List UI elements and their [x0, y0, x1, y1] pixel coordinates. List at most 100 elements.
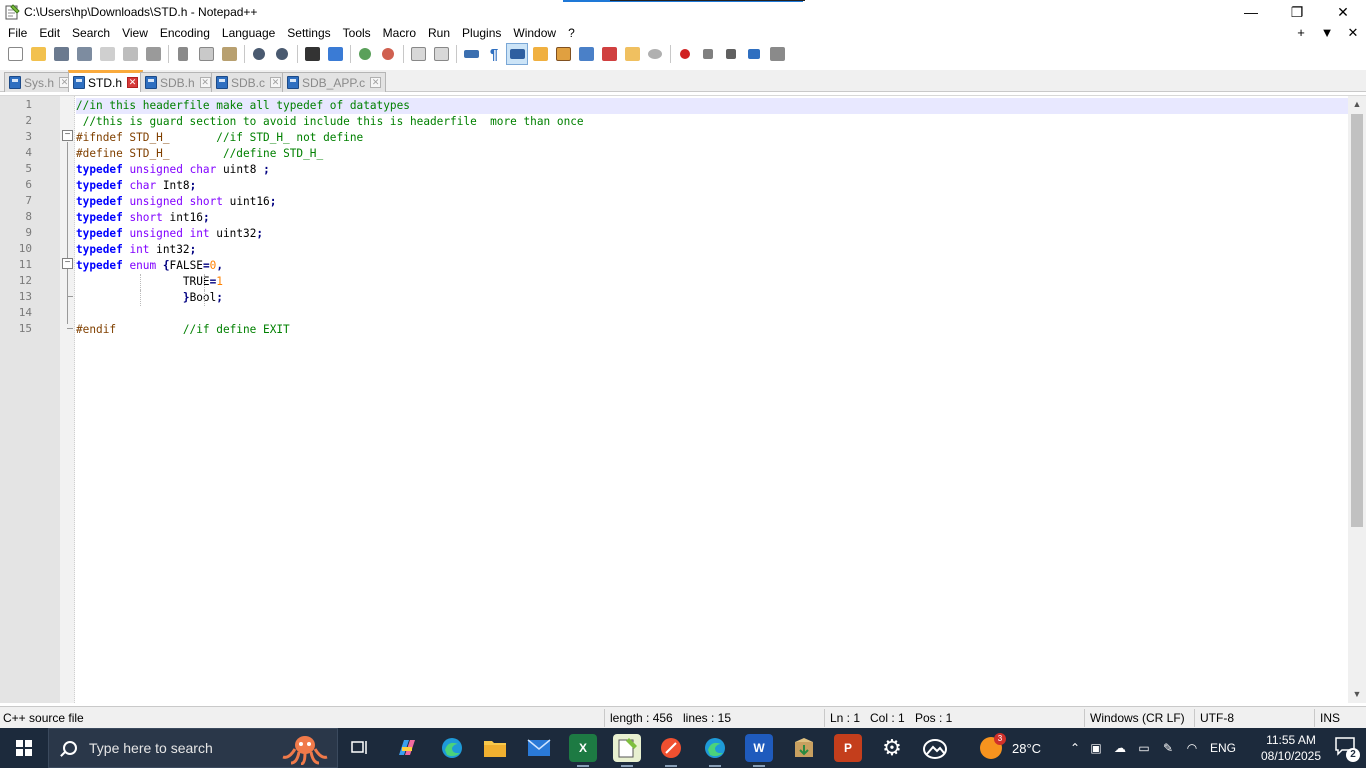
close-all-button[interactable]: [119, 43, 141, 65]
notification-center-button[interactable]: 2: [1334, 736, 1360, 762]
tab-sys-h[interactable]: Sys.h ✕: [4, 72, 76, 92]
tab-close-button[interactable]: ✕: [199, 77, 211, 88]
paste-button[interactable]: [218, 43, 240, 65]
save-all-button[interactable]: [73, 43, 95, 65]
code-line[interactable]: typedef enum {FALSE=0,: [76, 258, 1348, 274]
menu-edit[interactable]: Edit: [33, 24, 66, 42]
find-button[interactable]: [301, 43, 323, 65]
menu-view[interactable]: View: [116, 24, 154, 42]
status-encoding[interactable]: UTF-8: [1200, 707, 1234, 729]
play-macro-button[interactable]: [720, 43, 742, 65]
zoom-out-button[interactable]: [377, 43, 399, 65]
notepad-plus-plus-taskbar-button[interactable]: [613, 734, 641, 767]
tab-close-button[interactable]: ✕: [127, 77, 139, 88]
menu-window[interactable]: Window: [507, 24, 562, 42]
stop-macro-button[interactable]: [697, 43, 719, 65]
display-icon[interactable]: ▭: [1132, 741, 1156, 755]
replace-button[interactable]: [324, 43, 346, 65]
status-insert-mode[interactable]: INS: [1320, 707, 1340, 729]
user-defined-language-button[interactable]: [529, 43, 551, 65]
scroll-up-arrow[interactable]: ▲: [1348, 96, 1366, 113]
document-list-button[interactable]: [575, 43, 597, 65]
run-macro-multiple-button[interactable]: [743, 43, 765, 65]
save-macro-button[interactable]: [766, 43, 788, 65]
fold-collapse-icon[interactable]: −: [62, 258, 73, 269]
cut-button[interactable]: [172, 43, 194, 65]
edit-pen-icon[interactable]: ✎: [1156, 741, 1180, 755]
edge-browser-button[interactable]: [438, 734, 466, 762]
tab-std-h[interactable]: STD.h ✕: [68, 70, 144, 92]
code-line[interactable]: TRUE=1: [76, 274, 1348, 290]
fold-collapse-icon[interactable]: −: [62, 130, 73, 141]
photos-button[interactable]: [921, 734, 949, 762]
weather-widget[interactable]: 3 28°C: [980, 728, 1041, 768]
settings-button[interactable]: ⚙: [878, 734, 906, 762]
copilot-button[interactable]: [393, 734, 421, 762]
copy-button[interactable]: [195, 43, 217, 65]
save-button[interactable]: [50, 43, 72, 65]
tab-sdb-app-c[interactable]: SDB_APP.c ✕: [282, 72, 387, 92]
code-line[interactable]: typedef unsigned char uint8 ;: [76, 162, 1348, 178]
tab-close-button[interactable]: ✕: [370, 77, 382, 88]
word-wrap-button[interactable]: [460, 43, 482, 65]
tab-sdb-h[interactable]: SDB.h ✕: [140, 72, 216, 92]
close-file-button[interactable]: [96, 43, 118, 65]
excel-button[interactable]: X: [569, 734, 597, 767]
mail-button[interactable]: [525, 734, 553, 762]
code-line-current[interactable]: //in this headerfile make all typedef of…: [76, 98, 1348, 114]
close-document-button[interactable]: ✕: [1340, 24, 1366, 42]
code-line[interactable]: #define STD_H_ //define STD_H_: [76, 146, 1348, 162]
monitoring-button[interactable]: [644, 43, 666, 65]
tab-sdb-c[interactable]: SDB.c ✕: [211, 72, 287, 92]
menu-help[interactable]: ?: [562, 24, 581, 42]
new-file-button[interactable]: [4, 43, 26, 65]
menu-search[interactable]: Search: [66, 24, 116, 42]
input-language[interactable]: ENG: [1210, 741, 1236, 755]
scroll-thumb[interactable]: [1351, 114, 1363, 527]
code-line[interactable]: //this is guard section to avoid include…: [76, 114, 1348, 130]
tab-list-button[interactable]: ▼: [1314, 24, 1340, 42]
scroll-down-arrow[interactable]: ▼: [1348, 686, 1366, 703]
tab-close-button[interactable]: ✕: [270, 77, 282, 88]
code-line[interactable]: typedef short int16;: [76, 210, 1348, 226]
menu-macro[interactable]: Macro: [377, 24, 422, 42]
new-tab-button[interactable]: +: [1288, 24, 1314, 42]
menu-plugins[interactable]: Plugins: [456, 24, 507, 42]
code-text-area[interactable]: //in this headerfile make all typedef of…: [76, 96, 1348, 703]
cloud-icon[interactable]: ☁: [1108, 741, 1132, 755]
restore-button[interactable]: ❐: [1274, 0, 1320, 24]
print-button[interactable]: [142, 43, 164, 65]
sync-horizontal-button[interactable]: [430, 43, 452, 65]
sync-vertical-button[interactable]: [407, 43, 429, 65]
fold-margin[interactable]: − −: [60, 96, 75, 703]
editor-area[interactable]: 1 2 3 4 5 6 7 8 9 10 11 12 13 14 15 − − //in this head…: [0, 95, 1366, 703]
redo-button[interactable]: [271, 43, 293, 65]
edge-browser-profile-button[interactable]: [701, 734, 729, 767]
taskbar-search-box[interactable]: Type here to search: [48, 728, 338, 768]
task-view-button[interactable]: [346, 734, 374, 762]
folder-as-workspace-button[interactable]: [621, 43, 643, 65]
zoom-in-button[interactable]: [354, 43, 376, 65]
code-line[interactable]: typedef unsigned int uint32;: [76, 226, 1348, 242]
wifi-icon[interactable]: ◠: [1180, 741, 1204, 755]
clock[interactable]: 11:55 AM 08/10/2025: [1256, 732, 1326, 764]
function-list-button[interactable]: [598, 43, 620, 65]
code-line[interactable]: [76, 306, 1348, 322]
show-hidden-icons-button[interactable]: ⌃: [1066, 741, 1084, 755]
minimize-button[interactable]: —: [1228, 0, 1274, 24]
menu-file[interactable]: File: [0, 24, 33, 42]
open-file-button[interactable]: [27, 43, 49, 65]
code-line[interactable]: typedef unsigned short uint16;: [76, 194, 1348, 210]
menu-tools[interactable]: Tools: [337, 24, 377, 42]
app-button[interactable]: [657, 734, 685, 767]
code-line[interactable]: typedef int int32;: [76, 242, 1348, 258]
record-macro-button[interactable]: [674, 43, 696, 65]
app-installer-button[interactable]: [790, 734, 818, 762]
menu-run[interactable]: Run: [422, 24, 456, 42]
undo-button[interactable]: [248, 43, 270, 65]
menu-encoding[interactable]: Encoding: [154, 24, 216, 42]
code-line[interactable]: }Bool;: [76, 290, 1348, 306]
indent-guide-button[interactable]: [506, 43, 528, 65]
status-eol[interactable]: Windows (CR LF): [1090, 707, 1185, 729]
code-line[interactable]: #ifndef STD_H_ //if STD_H_ not define: [76, 130, 1348, 146]
